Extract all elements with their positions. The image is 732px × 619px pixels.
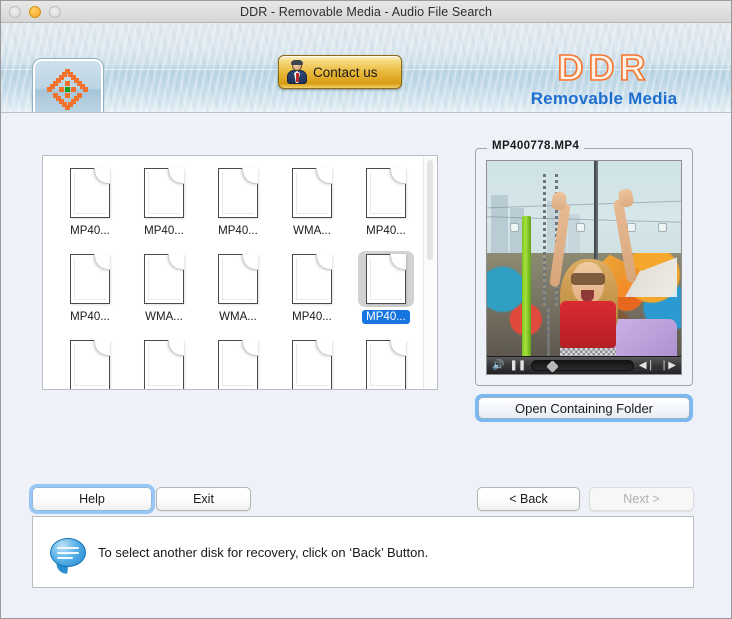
file-item-label: MP40...: [218, 225, 258, 237]
file-item-label: WMA...: [145, 311, 183, 323]
file-item-label: MP40...: [70, 311, 110, 323]
zoom-button[interactable]: [49, 6, 61, 18]
file-selection-highlight: [62, 337, 118, 389]
preview-file-name: MP400778.MP4: [487, 140, 585, 152]
file-item[interactable]: [127, 337, 201, 389]
file-selection-highlight: [136, 251, 192, 307]
file-item-label: MP40...: [292, 311, 332, 323]
video-scrubber[interactable]: [531, 360, 634, 373]
document-file-icon: [292, 340, 332, 389]
document-file-icon: [144, 168, 184, 218]
file-item-label: MP40...: [70, 225, 110, 237]
close-button[interactable]: [9, 6, 21, 18]
status-message: To select another disk for recovery, cli…: [98, 544, 429, 560]
file-selection-highlight: [62, 165, 118, 221]
document-file-icon: [366, 254, 406, 304]
file-item[interactable]: [349, 337, 423, 389]
file-selection-highlight: [210, 165, 266, 221]
exit-button[interactable]: Exit: [156, 487, 251, 511]
scrollbar-thumb[interactable]: [427, 160, 433, 260]
person-icon: [286, 60, 308, 84]
file-item-label: WMA...: [219, 311, 257, 323]
file-selection-highlight: [136, 165, 192, 221]
open-containing-folder-button[interactable]: Open Containing Folder: [478, 397, 690, 419]
file-item[interactable]: [53, 337, 127, 389]
document-file-icon: [218, 254, 258, 304]
document-file-icon: [292, 254, 332, 304]
app-logo-button[interactable]: [33, 59, 103, 112]
application-window: DDR - Removable Media - Audio File Searc…: [0, 0, 732, 619]
file-item[interactable]: MP40...: [349, 165, 423, 251]
file-item-label: MP40...: [144, 225, 184, 237]
preview-panel: MP400778.MP4 🔊 ❚❚ ◀❘ ❘▶: [475, 140, 693, 386]
file-selection-highlight: [358, 251, 414, 307]
file-selection-highlight: [358, 165, 414, 221]
brand-title: DDR: [557, 47, 651, 88]
contact-us-button[interactable]: Contact us: [278, 55, 402, 89]
file-selection-highlight: [284, 337, 340, 389]
file-item[interactable]: MP40...: [275, 251, 349, 337]
file-selection-highlight: [136, 337, 192, 389]
file-item[interactable]: MP40...: [201, 165, 275, 251]
app-header: Contact us DDR Removable Media: [1, 23, 731, 113]
file-selection-highlight: [358, 337, 414, 389]
document-file-icon: [366, 340, 406, 389]
speech-bubble-icon: [50, 537, 86, 574]
file-item-label: MP40...: [362, 310, 410, 324]
minimize-button[interactable]: [29, 6, 41, 18]
file-item[interactable]: WMA...: [201, 251, 275, 337]
file-item[interactable]: [275, 337, 349, 389]
file-selection-highlight: [210, 251, 266, 307]
status-panel: To select another disk for recovery, cli…: [32, 516, 694, 588]
file-selection-highlight: [284, 251, 340, 307]
document-file-icon: [144, 340, 184, 389]
step-forward-icon[interactable]: ❘▶: [660, 360, 676, 371]
help-button[interactable]: Help: [32, 487, 152, 511]
file-grid: MP40... MP40... MP40... WMA... MP40... MP40..…: [43, 156, 437, 389]
brand-subtitle: Removable Media: [530, 89, 678, 108]
file-item[interactable]: MP40...: [53, 251, 127, 337]
file-selection-highlight: [284, 165, 340, 221]
file-item[interactable]: WMA...: [275, 165, 349, 251]
next-button: Next >: [589, 487, 694, 511]
step-backward-icon[interactable]: ◀❘: [639, 360, 655, 371]
video-player-controls: 🔊 ❚❚ ◀❘ ❘▶: [487, 356, 681, 374]
window-title: DDR - Removable Media - Audio File Searc…: [239, 4, 493, 19]
pause-icon[interactable]: ❚❚: [509, 360, 526, 371]
file-item[interactable]: MP40...: [53, 165, 127, 251]
document-file-icon: [218, 340, 258, 389]
video-frame-image: [487, 161, 681, 374]
brand-block: DDR Removable Media: [499, 47, 709, 109]
file-item-label: MP40...: [366, 225, 406, 237]
file-item[interactable]: [201, 337, 275, 389]
back-button[interactable]: < Back: [477, 487, 580, 511]
open-containing-folder-focus-ring: Open Containing Folder: [475, 394, 693, 422]
document-file-icon: [70, 168, 110, 218]
document-file-icon: [292, 168, 332, 218]
document-file-icon: [70, 340, 110, 389]
document-file-icon: [70, 254, 110, 304]
file-list-panel[interactable]: MP40... MP40... MP40... WMA... MP40... MP40..…: [42, 155, 438, 390]
document-file-icon: [366, 168, 406, 218]
file-selection-highlight: [62, 251, 118, 307]
document-file-icon: [144, 254, 184, 304]
speaker-volume-icon[interactable]: 🔊: [492, 360, 504, 371]
ddr-flower-logo-icon: [47, 69, 89, 111]
file-item[interactable]: WMA...: [127, 251, 201, 337]
file-item-label: WMA...: [293, 225, 331, 237]
scrubber-handle[interactable]: [546, 360, 560, 373]
file-selection-highlight: [210, 337, 266, 389]
file-list-scrollbar[interactable]: [423, 157, 436, 388]
video-preview[interactable]: 🔊 ❚❚ ◀❘ ❘▶: [486, 160, 682, 375]
main-content: MP40... MP40... MP40... WMA... MP40... MP40..…: [1, 113, 731, 618]
document-file-icon: [218, 168, 258, 218]
contact-us-label: Contact us: [313, 64, 378, 80]
window-controls: [9, 6, 61, 18]
navigation-button-row: Help Exit < Back Next >: [1, 484, 731, 514]
window-titlebar: DDR - Removable Media - Audio File Searc…: [1, 1, 731, 23]
file-item[interactable]: MP40...: [349, 251, 423, 337]
file-item[interactable]: MP40...: [127, 165, 201, 251]
